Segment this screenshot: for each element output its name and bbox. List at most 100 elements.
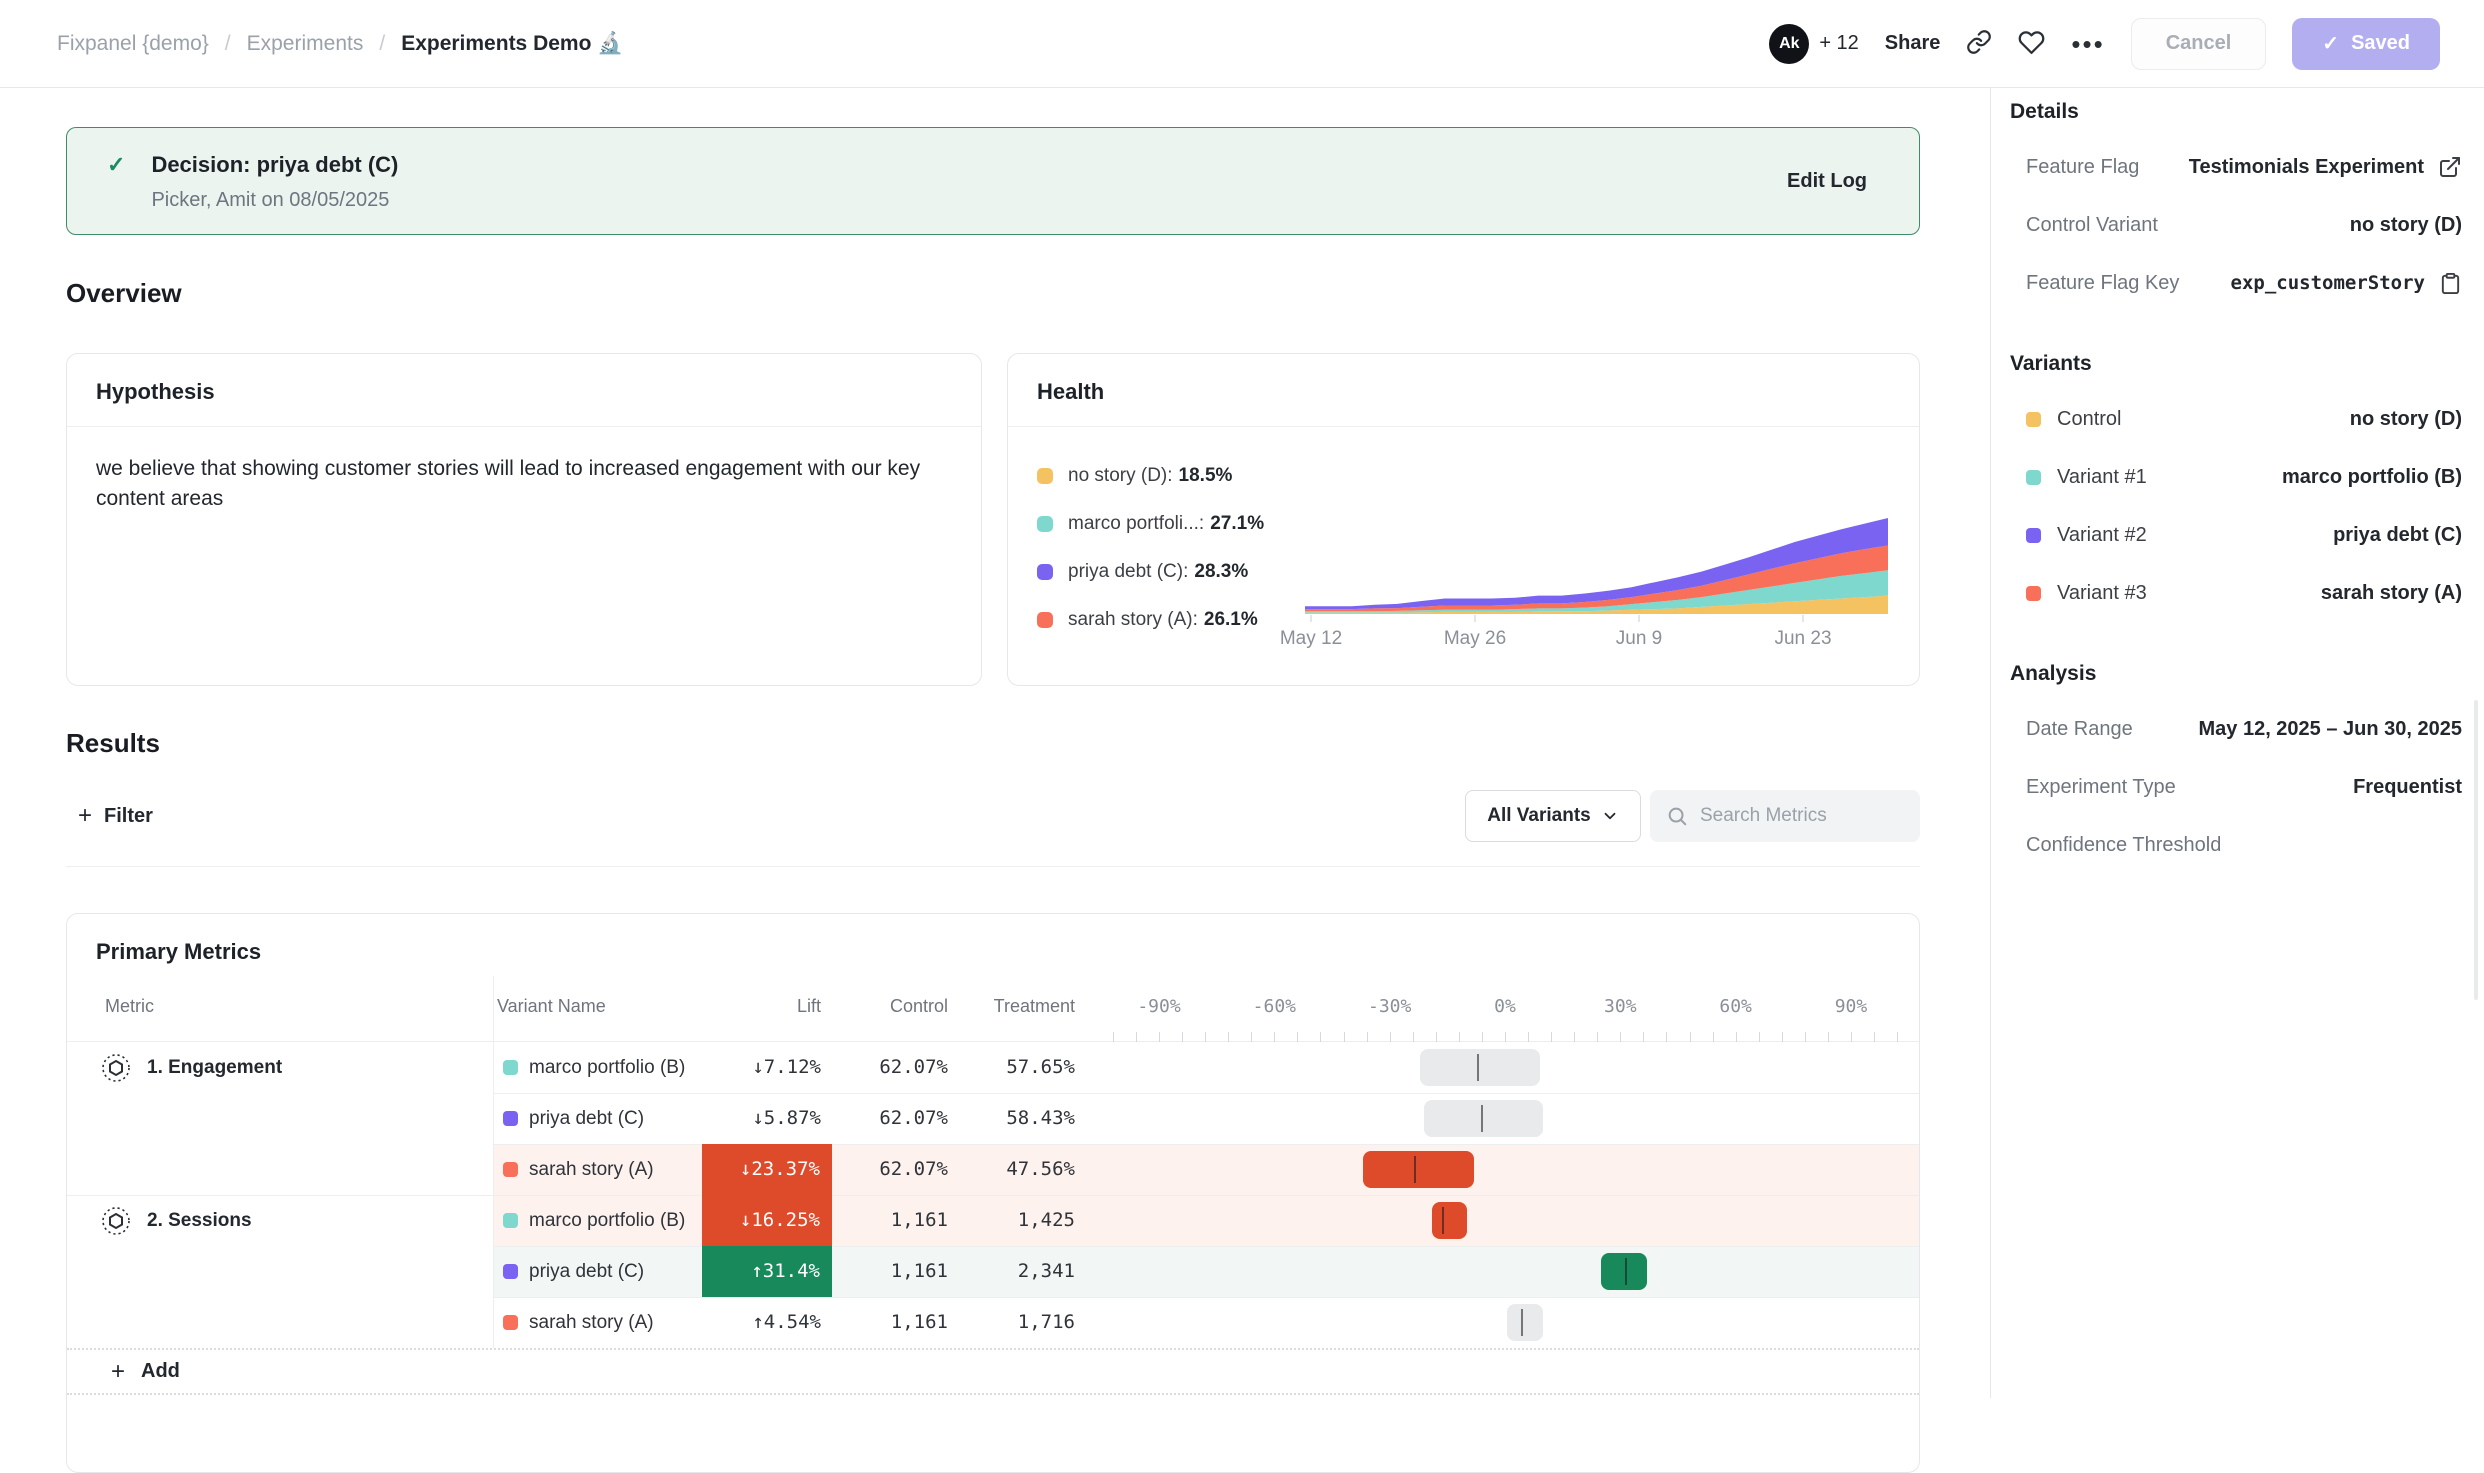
link-icon [1966,29,1992,58]
variant-swatch [503,1162,518,1177]
axis-minor-tick [1344,1032,1345,1042]
heart-icon [2018,29,2045,59]
metric-name: 2. Sessions [101,1195,252,1246]
primary-metrics-title: Primary Metrics [67,914,1919,965]
x-tick-label: May 26 [1444,628,1506,649]
confidence-interval-bar [1420,1049,1539,1086]
scrollbar-thumb[interactable] [2474,700,2478,1000]
axis-label: 0% [1445,996,1565,1017]
primary-metrics-card: Primary Metrics Metric Variant Name Lift… [66,913,1920,1473]
axis-minor-tick [1666,1032,1667,1042]
axis-label: -60% [1214,996,1334,1017]
ellipsis-icon: ••• [2071,34,2104,54]
health-card: Health no story (D):18.5% marco portfoli… [1007,353,1920,686]
edit-log-button[interactable]: Edit Log [1787,170,1867,193]
add-metric-button[interactable]: + Add [67,1348,1919,1395]
axis-minor-tick [1551,1032,1552,1042]
saved-button[interactable]: ✓ Saved [2292,18,2440,70]
collaborators-count[interactable]: + 12 [1819,32,1858,55]
search-metrics-input[interactable] [1700,805,1904,827]
variant-swatch [503,1111,518,1126]
metric-name: 1. Engagement [101,1042,282,1093]
favorite-button[interactable] [2018,29,2045,59]
legend-swatch [1037,468,1053,484]
metric-variant-row[interactable]: priya debt (C)↑31.4%1,1612,341 [67,1246,1920,1297]
axis-minor-tick [1736,1032,1737,1042]
variant-swatch [2026,528,2041,543]
metric-variant-row[interactable]: 1. Engagementmarco portfolio (B)↓7.12%62… [67,1042,1920,1093]
overview-heading: Overview [66,278,182,309]
variant-name: marco portfolio (B) [529,1195,685,1246]
add-filter-button[interactable]: + Filter [78,790,153,842]
feature-flag-value[interactable]: Testimonials Experiment [2189,156,2424,179]
axis-minor-tick [1805,1032,1806,1042]
variant-name: priya debt (C) [529,1246,644,1297]
avatar[interactable]: Ak [1769,24,1809,64]
axis-minor-tick [1759,1032,1760,1042]
hypothesis-title: Hypothesis [67,354,981,405]
metric-variant-row[interactable]: priya debt (C)↓5.87%62.07%58.43% [67,1093,1920,1144]
metric-variant-row[interactable]: sarah story (A)↑4.54%1,1611,716 [67,1297,1920,1348]
external-link-icon[interactable] [2438,155,2462,179]
confidence-interval-bar [1601,1253,1647,1290]
variants-dropdown[interactable]: All Variants [1465,790,1641,842]
variant-name: sarah story (A) [529,1297,654,1348]
detail-row-control-variant: Control Variant no story (D) [2010,196,2462,254]
variant-swatch [2026,586,2041,601]
analysis-section: Analysis Date Range May 12, 2025 – Jun 3… [2010,662,2462,874]
search-metrics-box [1650,790,1920,842]
results-divider [66,866,1920,867]
axis-minor-tick [1505,1032,1506,1042]
axis-minor-tick [1436,1032,1437,1042]
axis-minor-tick [1113,1032,1114,1042]
hypothesis-body: we believe that showing customer stories… [96,454,956,515]
legend-swatch [1037,516,1053,532]
legend-item: priya debt (C):28.3% [1037,554,1264,590]
x-tick-label: May 12 [1280,628,1342,649]
axis-minor-tick [1828,1032,1829,1042]
copy-link-button[interactable] [1966,29,1992,58]
metric-variant-row[interactable]: 2. Sessionsmarco portfolio (B)↓16.25%1,1… [67,1195,1920,1246]
axis-minor-tick [1690,1032,1691,1042]
treatment-value: 1,716 [915,1297,1075,1348]
variant-row-1: Variant #1 marco portfolio (B) [2010,448,2462,506]
variants-section: Variants Control no story (D) Variant #1… [2010,352,2462,622]
lift-tick [1481,1105,1483,1132]
axis-minor-tick [1851,1032,1852,1042]
analysis-row-date-range: Date Range May 12, 2025 – Jun 30, 2025 [2010,700,2462,758]
axis-label: -90% [1099,996,1219,1017]
axis-minor-tick [1643,1032,1644,1042]
confidence-interval-bar [1432,1202,1467,1239]
microscope-emoji: 🔬 [597,32,623,55]
breadcrumb-separator: / [379,32,385,56]
saved-label: Saved [2351,32,2410,55]
cancel-button[interactable]: Cancel [2131,18,2267,70]
breadcrumb-experiments[interactable]: Experiments [247,32,364,56]
more-menu-button[interactable]: ••• [2071,34,2104,54]
metric-variant-row[interactable]: sarah story (A)↓23.37%62.07%47.56% [67,1144,1920,1195]
table-header: Metric Variant Name Lift Control Treatme… [67,976,1919,1042]
lift-tick [1442,1207,1444,1234]
decision-title: Decision: priya debt (C) [151,152,1787,178]
col-treatment: Treatment [915,996,1075,1017]
variant-swatch [2026,470,2041,485]
plus-icon: + [111,1358,125,1386]
legend-item: sarah story (A):26.1% [1037,602,1264,638]
breadcrumb-separator: / [225,32,231,56]
share-button[interactable]: Share [1885,32,1941,55]
decision-subtitle: Picker, Amit on 08/05/2025 [151,189,1787,212]
topbar: Fixpanel {demo} / Experiments / Experime… [0,0,2484,88]
clipboard-icon[interactable] [2439,272,2462,295]
decision-banner: ✓ Decision: priya debt (C) Picker, Amit … [66,127,1920,235]
variant-swatch [503,1264,518,1279]
axis-minor-tick [1367,1032,1368,1042]
decision-check-icon: ✓ [107,152,125,178]
legend-swatch [1037,612,1053,628]
goal-metric-icon [101,1206,131,1236]
axis-minor-tick [1274,1032,1275,1042]
breadcrumb-project[interactable]: Fixpanel {demo} [57,32,209,56]
axis-minor-tick [1782,1032,1783,1042]
axis-minor-tick [1390,1032,1391,1042]
chevron-down-icon [1601,807,1619,825]
check-icon: ✓ [2322,31,2339,56]
